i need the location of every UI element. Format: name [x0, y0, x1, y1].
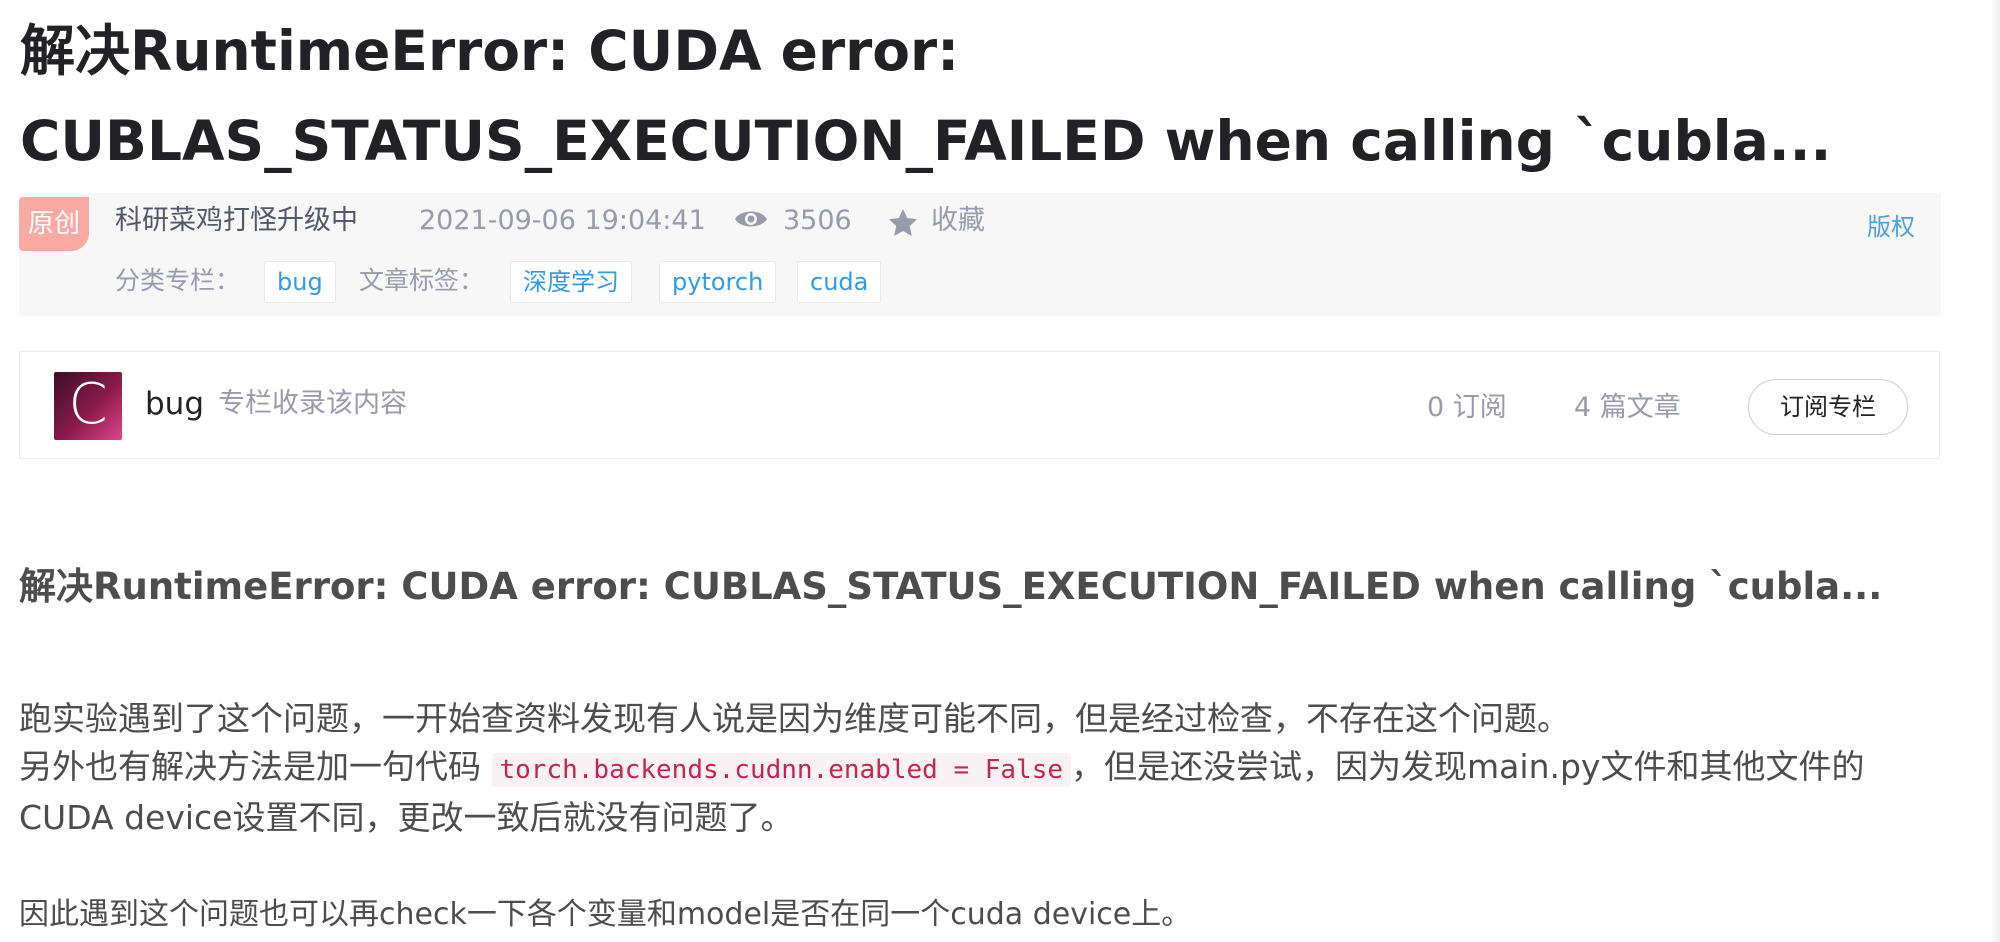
tag-deep-learning[interactable]: 深度学习	[510, 261, 632, 303]
column-article-count: 4 篇文章	[1574, 392, 1681, 423]
copyright-link[interactable]: 版权	[1867, 207, 1915, 242]
collect-button[interactable]: 收藏	[931, 203, 985, 239]
paragraph-1-line-1: 跑实验遇到了这个问题，一开始查资料发现有人说是因为维度可能不同，但是经过检查，不…	[19, 699, 1570, 738]
column-avatar[interactable]: C	[54, 372, 122, 440]
column-card: C bug 专栏收录该内容 0 订阅 4 篇文章 订阅专栏	[19, 351, 1940, 459]
paragraph-2: 因此遇到这个问题也可以再check一下各个变量和model是否在同一个cuda …	[19, 897, 1192, 932]
author-link[interactable]: 科研菜鸡打怪升级中	[115, 203, 358, 239]
tags-label: 文章标签：	[359, 266, 485, 295]
column-name[interactable]: bug	[145, 384, 204, 424]
paragraph-1-line-2-start: 另外也有解决方法是加一句代码	[19, 747, 492, 786]
publish-time: 2021-09-06 19:04:41	[419, 205, 706, 236]
star-icon[interactable]	[887, 207, 919, 239]
column-subscribers: 0 订阅	[1427, 392, 1507, 423]
inline-code: torch.backends.cudnn.enabled = False	[491, 753, 1072, 787]
subscribe-column-button[interactable]: 订阅专栏	[1748, 379, 1908, 435]
original-badge: 原创	[19, 197, 89, 251]
content-heading: 解决RuntimeError: CUDA error: CUBLAS_STATU…	[19, 565, 1883, 608]
eye-icon	[735, 211, 767, 227]
article-title: 解决RuntimeError: CUDA error: CUBLAS_STATU…	[20, 19, 1832, 173]
tag-cuda[interactable]: cuda	[797, 261, 882, 303]
page-edge-shadow	[1990, 0, 2000, 942]
column-description: 专栏收录该内容	[218, 388, 407, 419]
view-count: 3506	[783, 205, 852, 236]
paragraph-1: 跑实验遇到了这个问题，一开始查资料发现有人说是因为维度可能不同，但是经过检查，不…	[19, 695, 1939, 842]
tag-pytorch[interactable]: pytorch	[659, 261, 777, 303]
category-label: 分类专栏：	[115, 266, 241, 295]
article-meta: 原创 科研菜鸡打怪升级中 2021-09-06 19:04:41 3506 收藏…	[19, 193, 1941, 316]
category-tag-bug[interactable]: bug	[264, 261, 336, 303]
